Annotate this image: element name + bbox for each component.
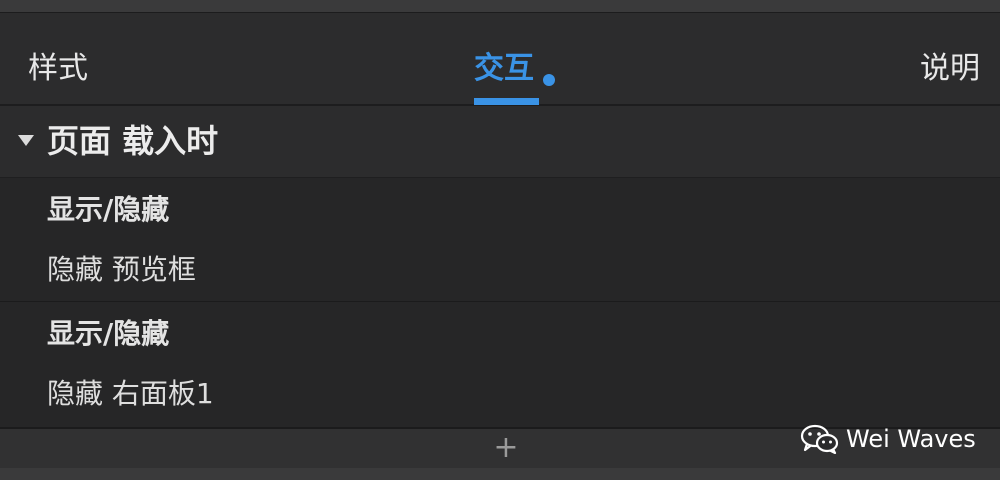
- tab-bar: 样式 交互 说明: [0, 13, 1000, 106]
- event-header-page-load[interactable]: 页面 载入时: [0, 106, 1000, 178]
- event-title: 页面 载入时: [47, 122, 219, 160]
- action-item[interactable]: 显示/隐藏 隐藏 预览框: [0, 178, 1000, 302]
- tab-indicator-dot: [543, 74, 555, 86]
- tab-style[interactable]: 样式: [28, 51, 88, 87]
- action-description: 隐藏 预览框: [47, 253, 196, 286]
- watermark-text: Wei Waves: [846, 425, 976, 453]
- add-action-button[interactable]: +: [490, 431, 522, 465]
- active-tab-underline: [474, 98, 539, 105]
- action-item[interactable]: 显示/隐藏 隐藏 右面板1: [0, 302, 1000, 428]
- tab-interaction[interactable]: 交互: [474, 51, 534, 87]
- panel-top-edge: [0, 0, 1000, 13]
- action-type: 显示/隐藏: [47, 193, 170, 226]
- tab-notes[interactable]: 说明: [920, 51, 980, 87]
- action-type: 显示/隐藏: [47, 317, 170, 350]
- wechat-icon: [800, 424, 839, 454]
- watermark: Wei Waves: [800, 422, 976, 456]
- action-description: 隐藏 右面板1: [47, 377, 214, 410]
- expand-triangle-icon[interactable]: [18, 135, 34, 146]
- panel-bottom-edge: [0, 468, 1000, 480]
